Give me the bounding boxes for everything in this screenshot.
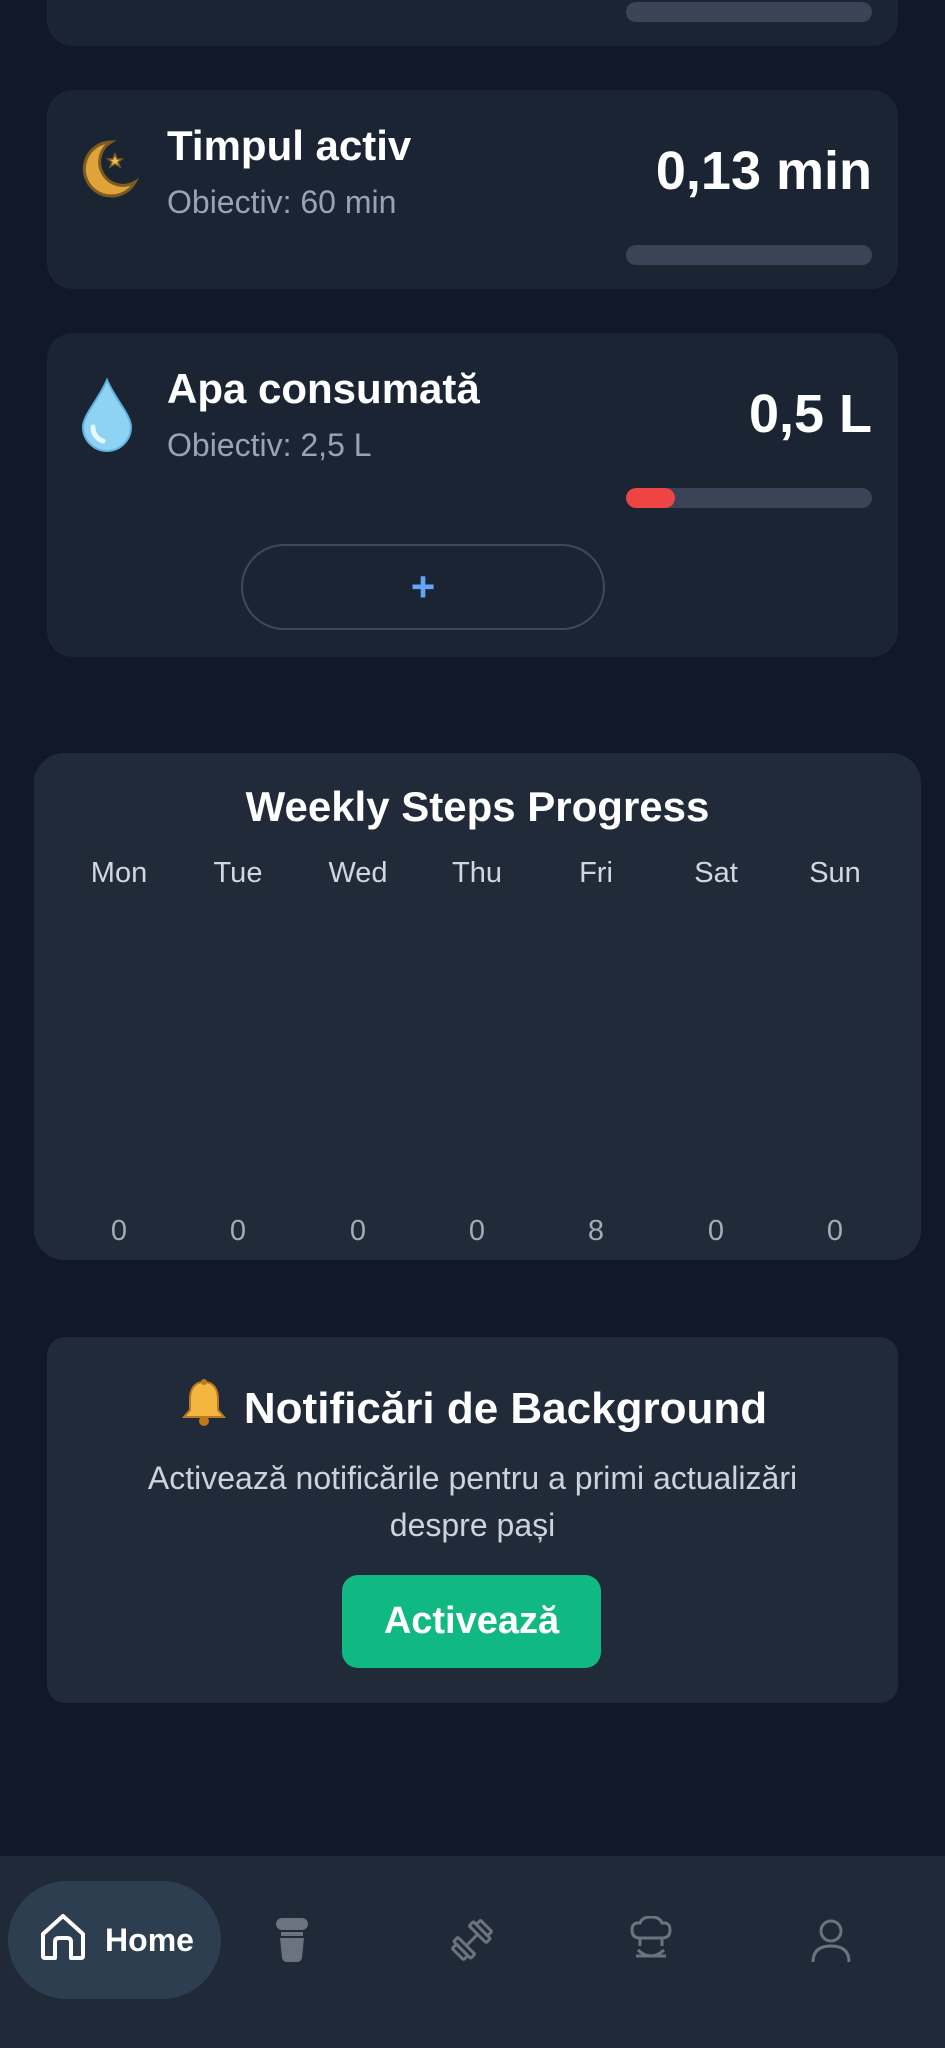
water-drop-icon: [79, 377, 135, 458]
notifications-heading: Notificări de Background: [47, 1377, 898, 1440]
bell-icon: [178, 1377, 230, 1440]
step-value: 0: [110, 1215, 128, 1247]
nav-recipes[interactable]: [625, 1914, 677, 1969]
chef-icon: [628, 1914, 674, 1969]
weekly-steps-chart: Weekly Steps Progress Mon Tue Wed Thu Fr…: [34, 753, 921, 1260]
chart-day-labels: Mon Tue Wed Thu Fri Sat Sun: [34, 857, 921, 897]
day-label: Mon: [90, 857, 148, 889]
profile-icon: [809, 1916, 853, 1969]
active-time-card[interactable]: Timpul activ Obiectiv: 60 min 0,13 min: [47, 90, 898, 289]
water-goal: Obiectiv: 2,5 L: [167, 427, 372, 463]
partial-card-top: [47, 0, 898, 46]
notifications-title: Notificări de Background: [243, 1383, 768, 1433]
active-time-goal: Obiectiv: 60 min: [167, 184, 397, 220]
step-value: 0: [349, 1215, 367, 1247]
notifications-card: Notificări de Background Activează notif…: [47, 1337, 898, 1703]
chart-title: Weekly Steps Progress: [245, 783, 710, 830]
notifications-description: Activează notificările pentru a primi ac…: [147, 1460, 798, 1543]
chart-value-labels: 0 0 0 0 8 0 0: [34, 1215, 921, 1255]
dumbbell-icon: [448, 1916, 496, 1969]
add-water-button[interactable]: +: [241, 544, 605, 630]
water-title: Apa consumată: [167, 365, 480, 412]
partial-progress-track: [626, 2, 872, 22]
active-time-progress: [626, 245, 872, 265]
step-value: 8: [587, 1215, 605, 1247]
water-progress: [626, 488, 872, 508]
nav-shaker[interactable]: [266, 1916, 318, 1968]
nav-home-label: Home: [105, 1921, 194, 1958]
nav-home[interactable]: Home: [8, 1881, 221, 1999]
bottom-navigation: Home: [0, 1856, 945, 2048]
day-label: Fri: [579, 857, 613, 889]
nav-workouts[interactable]: [446, 1916, 498, 1968]
nav-profile[interactable]: [805, 1916, 857, 1968]
active-time-value: 0,13 min: [655, 141, 872, 201]
activate-notifications-button[interactable]: Activează: [342, 1575, 601, 1668]
active-time-title: Timpul activ: [167, 122, 412, 169]
step-value: 0: [707, 1215, 725, 1247]
moon-icon: [77, 138, 139, 205]
day-label: Wed: [328, 857, 388, 889]
step-value: 0: [468, 1215, 486, 1247]
step-value: 0: [826, 1215, 844, 1247]
water-progress-fill: [626, 488, 676, 508]
step-value: 0: [229, 1215, 247, 1247]
day-label: Sun: [809, 857, 861, 889]
home-icon: [35, 1908, 91, 1972]
day-label: Thu: [452, 857, 502, 889]
water-value: 0,5 L: [748, 384, 872, 444]
day-label: Sat: [694, 857, 738, 889]
shaker-icon: [270, 1916, 314, 1969]
day-label: Tue: [213, 857, 263, 889]
